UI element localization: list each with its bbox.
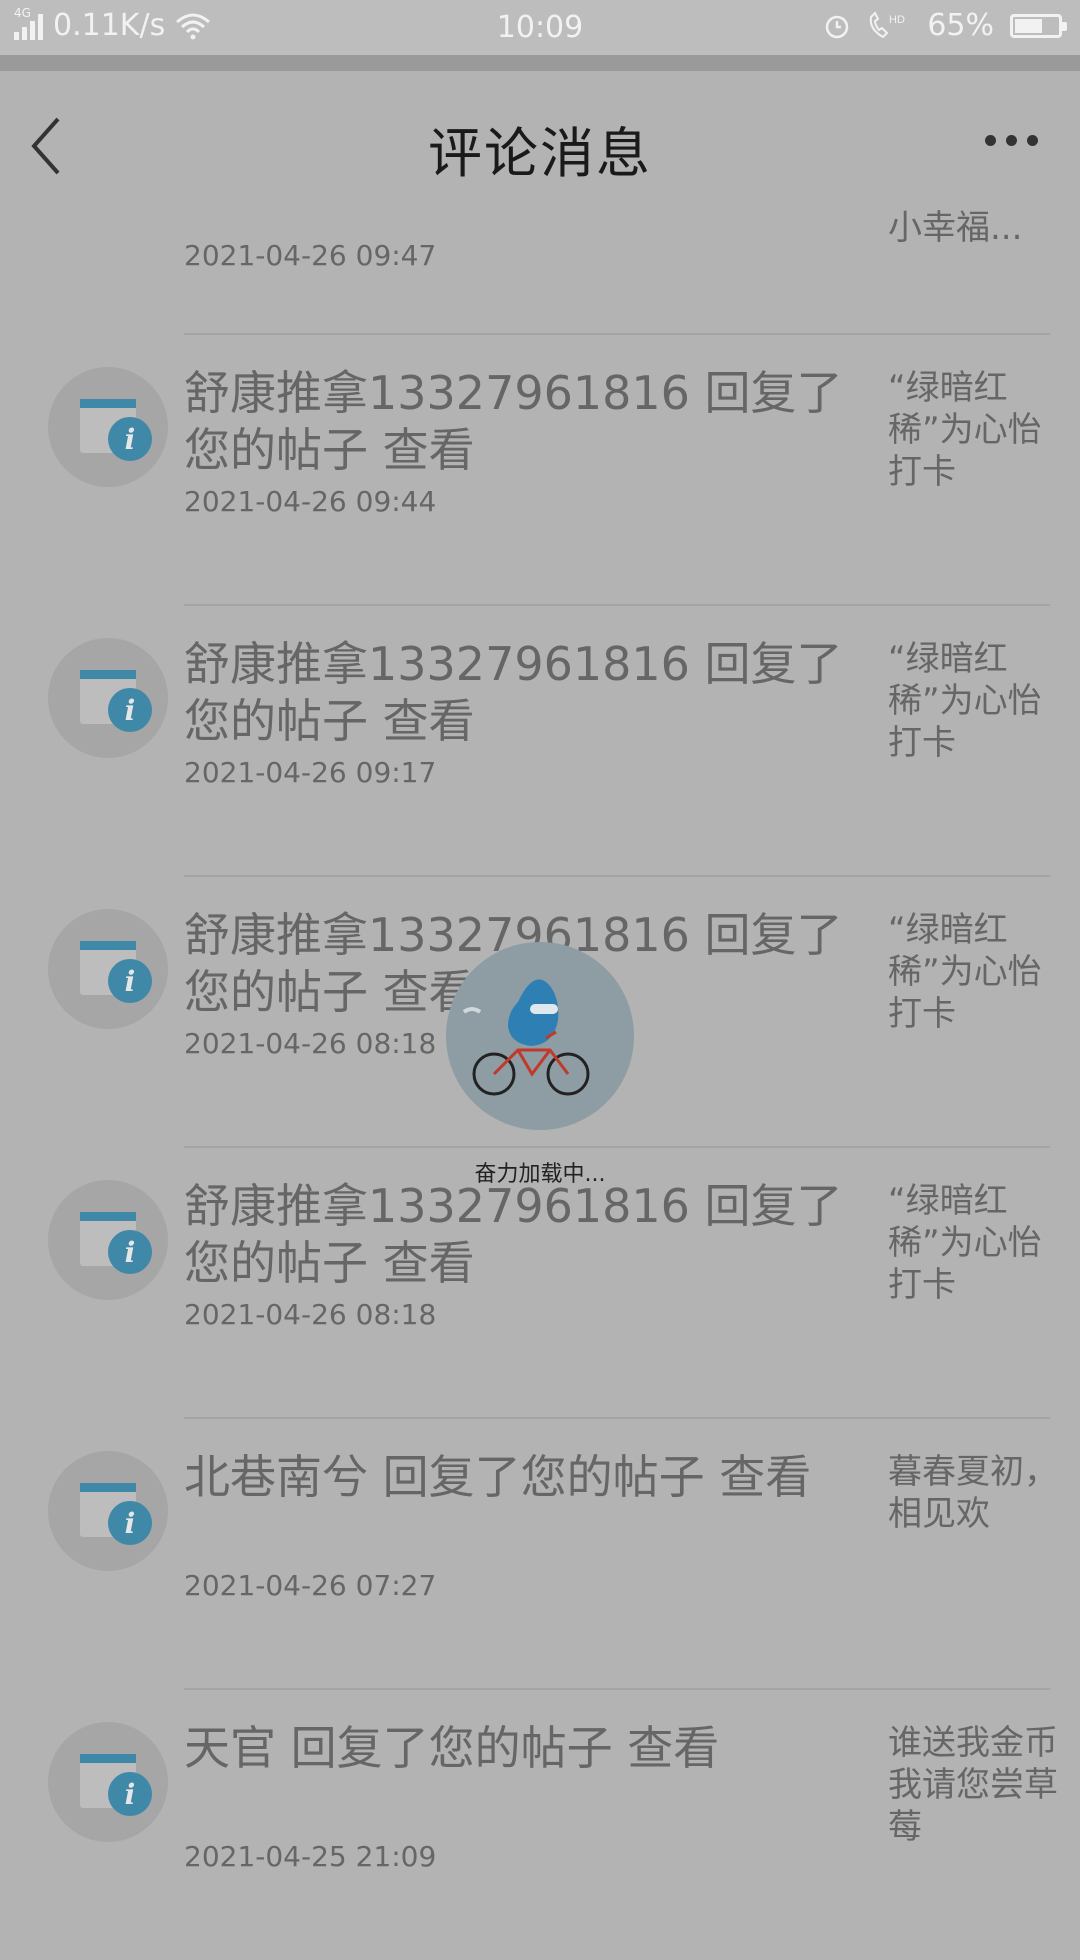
status-bar: 4G 0.11K/s 10:09 HD 65% [0,0,1080,55]
avatar: i [48,1722,168,1842]
message-notice-icon: i [80,941,152,1003]
message-notice-icon: i [80,1212,152,1274]
message-time: 2021-04-26 08:18 [184,1027,437,1060]
list-item-partial[interactable]: 小幸福... 2021-04-26 09:47 [0,195,1080,335]
message-notice-icon: i [80,1754,152,1816]
svg-text:i: i [125,694,136,727]
svg-text:HD: HD [889,14,905,26]
svg-text:i: i [125,1507,136,1540]
message-time: 2021-04-26 07:27 [184,1569,437,1602]
post-reference: 谁送我金币我请您尝草莓 [888,1723,1058,1847]
message-text: 舒康推拿13327961816 回复了您的帖子 查看 [184,637,843,748]
svg-text:i: i [125,1778,136,1811]
alarm-icon [826,15,849,38]
message-time: 2021-04-26 08:18 [184,1298,437,1331]
message-time: 2021-04-26 09:47 [184,239,437,272]
message-notice-icon: i [80,670,152,732]
message-time: 2021-04-26 09:44 [184,485,437,518]
post-reference: “绿暗红稀”为心怡打卡 [888,1181,1042,1305]
post-reference: “绿暗红稀”为心怡打卡 [888,910,1042,1034]
message-notice-icon: i [80,1483,152,1545]
message-time: 2021-04-25 21:09 [184,1840,437,1873]
status-divider [0,55,1080,71]
post-reference: 小幸福... [888,208,1023,248]
loading-indicator [446,942,634,1130]
svg-text:i: i [125,1236,136,1269]
post-reference: “绿暗红稀”为心怡打卡 [888,368,1042,492]
avatar: i [48,1451,168,1571]
battery-icon [1010,13,1067,38]
message-text: 天官 回复了您的帖子 查看 [184,1721,720,1775]
page-title: 评论消息 [428,122,652,185]
message-text: 舒康推拿13327961816 回复了您的帖子 查看 [184,1179,843,1290]
message-time: 2021-04-26 09:17 [184,756,437,789]
cyclist-mascot-icon [462,979,590,1096]
message-text: 舒康推拿13327961816 回复了您的帖子 查看 [184,366,843,477]
hd-call-icon: HD [870,10,905,38]
comment-list-item[interactable]: i 舒康推拿13327961816 回复了您的帖子 查看 2021-04-26 … [0,606,1080,876]
svg-text:i: i [125,965,136,998]
battery-percent: 65% [927,8,994,43]
avatar: i [48,638,168,758]
message-notice-icon: i [80,399,152,461]
avatar: i [48,909,168,1029]
avatar: i [48,1180,168,1300]
post-reference: “绿暗红稀”为心怡打卡 [888,639,1042,763]
comment-list-item[interactable]: i 北巷南兮 回复了您的帖子 查看 2021-04-26 07:27 暮春夏初，… [0,1419,1080,1689]
more-options-icon[interactable] [985,135,1038,146]
post-reference: 暮春夏初，相见欢 [888,1452,1058,1534]
avatar: i [48,367,168,487]
svg-text:i: i [125,423,136,456]
message-text: 北巷南兮 回复了您的帖子 查看 [184,1450,812,1504]
loading-text: 奋力加载中... [474,1162,606,1187]
comment-list-item[interactable]: i 舒康推拿13327961816 回复了您的帖子 查看 2021-04-26 … [0,335,1080,605]
comment-list-item[interactable]: i 舒康推拿13327961816 回复了您的帖子 查看 2021-04-26 … [0,1148,1080,1418]
